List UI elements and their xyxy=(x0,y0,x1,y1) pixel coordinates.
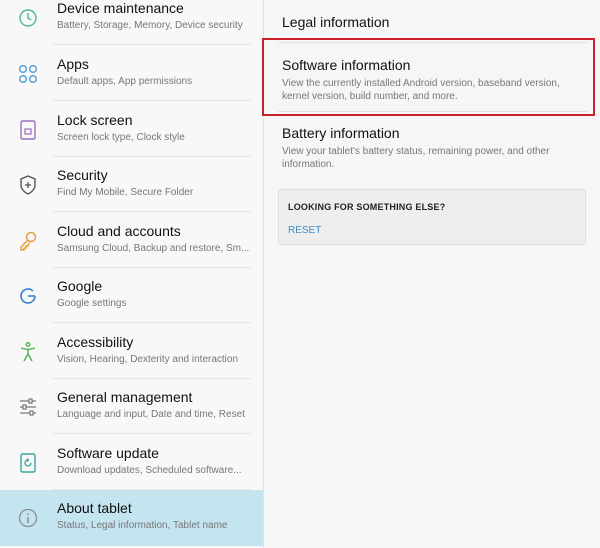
sidebar-item-lock-screen[interactable]: Lock screen Screen lock type, Clock styl… xyxy=(0,102,263,157)
battery-information-title: Battery information xyxy=(282,125,400,141)
divider xyxy=(52,44,251,45)
sidebar-item-summary: Download updates, Scheduled software... xyxy=(57,465,242,476)
battery-information-summary: View your tablet's battery status, remai… xyxy=(282,146,550,170)
sidebar-item-label: Lock screen xyxy=(57,112,133,128)
sidebar-item-label: About tablet xyxy=(57,500,132,516)
divider xyxy=(52,211,251,212)
divider xyxy=(52,322,251,323)
accessibility-icon xyxy=(16,340,40,364)
sidebar-item-summary: Google settings xyxy=(57,298,127,309)
sidebar-item-summary: Default apps, App permissions xyxy=(57,76,193,87)
software-update-icon xyxy=(16,451,40,475)
sidebar-item-summary: Vision, Hearing, Dexterity and interacti… xyxy=(57,354,239,365)
suggestion-card: LOOKING FOR SOMETHING ELSE? RESET xyxy=(278,189,586,245)
apps-grid-icon xyxy=(16,62,40,86)
sidebar-item-software-update[interactable]: Software update Download updates, Schedu… xyxy=(0,435,263,490)
legal-information-title: Legal information xyxy=(282,14,390,30)
sidebar-item-about-tablet[interactable]: About tablet Status, Legal information, … xyxy=(0,490,263,546)
sidebar-item-label: Accessibility xyxy=(57,334,134,350)
info-icon xyxy=(16,506,40,530)
suggestion-card-title: LOOKING FOR SOMETHING ELSE? xyxy=(288,202,446,212)
sidebar-item-label: Apps xyxy=(57,56,89,72)
sliders-icon xyxy=(16,395,40,419)
sidebar-item-summary: Battery, Storage, Memory, Device securit… xyxy=(57,20,243,31)
sidebar-item-label: Device maintenance xyxy=(57,0,184,16)
divider xyxy=(52,100,251,101)
key-icon xyxy=(16,229,40,253)
divider xyxy=(52,433,251,434)
sidebar-item-security[interactable]: Security Find My Mobile, Secure Folder xyxy=(0,157,263,212)
sidebar-item-label: Google xyxy=(57,278,103,294)
sidebar-item-summary: Screen lock type, Clock style xyxy=(57,132,185,143)
sidebar-item-label: Security xyxy=(57,167,108,183)
sidebar-item-google[interactable]: Google Google settings xyxy=(0,268,263,323)
sidebar-item-summary: Language and input, Date and time, Reset xyxy=(57,409,245,420)
shield-icon xyxy=(16,173,40,197)
sidebar-item-apps[interactable]: Apps Default apps, App permissions xyxy=(0,46,263,101)
sidebar-item-summary: Status, Legal information, Tablet name xyxy=(57,520,228,531)
google-icon xyxy=(16,284,40,308)
sidebar-item-cloud-and-accounts[interactable]: Cloud and accounts Samsung Cloud, Backup… xyxy=(0,213,263,268)
software-information-highlight xyxy=(262,38,595,116)
sidebar-item-device-maintenance[interactable]: Device maintenance Battery, Storage, Mem… xyxy=(0,0,263,45)
sidebar-item-general-management[interactable]: General management Language and input, D… xyxy=(0,379,263,434)
sidebar-item-accessibility[interactable]: Accessibility Vision, Hearing, Dexterity… xyxy=(0,324,263,379)
settings-sidebar: Device maintenance Battery, Storage, Mem… xyxy=(0,0,264,548)
sidebar-item-summary: Samsung Cloud, Backup and restore, Sm... xyxy=(57,243,250,254)
sidebar-item-label: Cloud and accounts xyxy=(57,223,181,239)
sidebar-item-summary: Find My Mobile, Secure Folder xyxy=(57,187,194,198)
reset-link[interactable]: RESET xyxy=(288,225,321,236)
legal-information-item[interactable]: Legal information xyxy=(282,14,582,30)
sidebar-item-label: General management xyxy=(57,389,193,405)
device-maintenance-icon xyxy=(16,6,40,30)
sidebar-item-label: Software update xyxy=(57,445,159,461)
battery-information-item[interactable]: Battery information View your tablet's b… xyxy=(282,125,582,171)
lock-screen-icon xyxy=(16,118,40,142)
